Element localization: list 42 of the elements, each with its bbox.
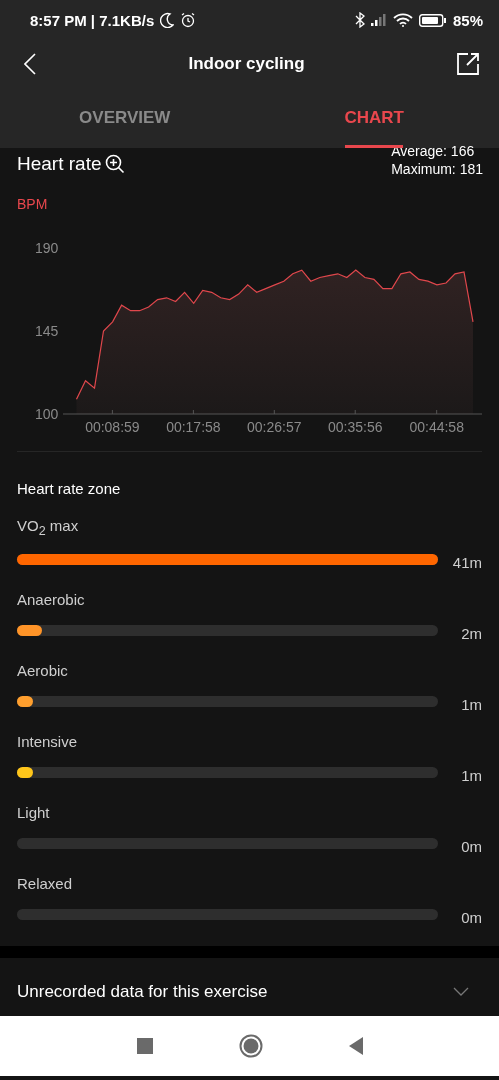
x-tick-label: 00:35:56 xyxy=(327,419,383,433)
y-tick-label: 145 xyxy=(35,323,59,339)
zone-label: Light xyxy=(17,804,50,821)
section-title: Heart rate zone xyxy=(17,480,121,497)
maximum-text: Maximum: 181 xyxy=(391,160,483,178)
zone-duration: 2m xyxy=(460,625,482,642)
tab[interactable]: OVERVIEW xyxy=(0,88,250,148)
x-tick-label: 00:08:59 xyxy=(85,419,140,433)
back-icon[interactable] xyxy=(24,53,36,75)
y-tick-label: 190 xyxy=(35,240,59,256)
x-tick-label: 00:17:58 xyxy=(166,419,221,433)
chevron-icon[interactable] xyxy=(453,987,469,997)
average-text: Average: 166 xyxy=(391,142,476,160)
zone-label: Aerobic xyxy=(17,662,68,679)
wifi-icon xyxy=(392,13,413,27)
home-icon[interactable] xyxy=(238,1034,263,1058)
alarm-icon xyxy=(180,12,197,28)
moon-icon xyxy=(160,12,175,28)
zone-duration: 1m xyxy=(460,767,482,784)
battery-icon xyxy=(418,13,447,27)
recents-icon[interactable] xyxy=(136,1038,153,1054)
zone-label: Relaxed xyxy=(17,875,73,892)
zone-duration: 0m xyxy=(460,838,482,855)
y-tick-label: 100 xyxy=(35,406,59,422)
zone-label: VO$_{2}$ max xyxy=(17,517,79,538)
section-title: Heart rate xyxy=(17,153,102,175)
share-icon[interactable] xyxy=(457,53,479,75)
signal-icon xyxy=(370,14,387,26)
x-tick-label: 00:44:58 xyxy=(409,419,464,433)
page-title: Indoor cycling xyxy=(188,54,305,74)
zone-label: Anaerobic xyxy=(17,591,85,608)
section-title: Unrecorded data for this exercise xyxy=(17,982,268,1002)
zone-duration: 0m xyxy=(460,909,482,926)
bluetooth-icon xyxy=(354,12,365,28)
zone-duration: 1m xyxy=(460,696,482,713)
x-tick-label: 00:26:57 xyxy=(247,419,302,433)
status-time: 8:57 PM | 7.1KB/s xyxy=(30,11,155,29)
zoom-in-icon[interactable] xyxy=(105,154,126,174)
battery-percent: 85% xyxy=(452,11,483,29)
unit-label: BPM xyxy=(17,196,48,212)
zone-duration: 41m xyxy=(451,554,482,571)
zone-label: Intensive xyxy=(17,733,78,750)
